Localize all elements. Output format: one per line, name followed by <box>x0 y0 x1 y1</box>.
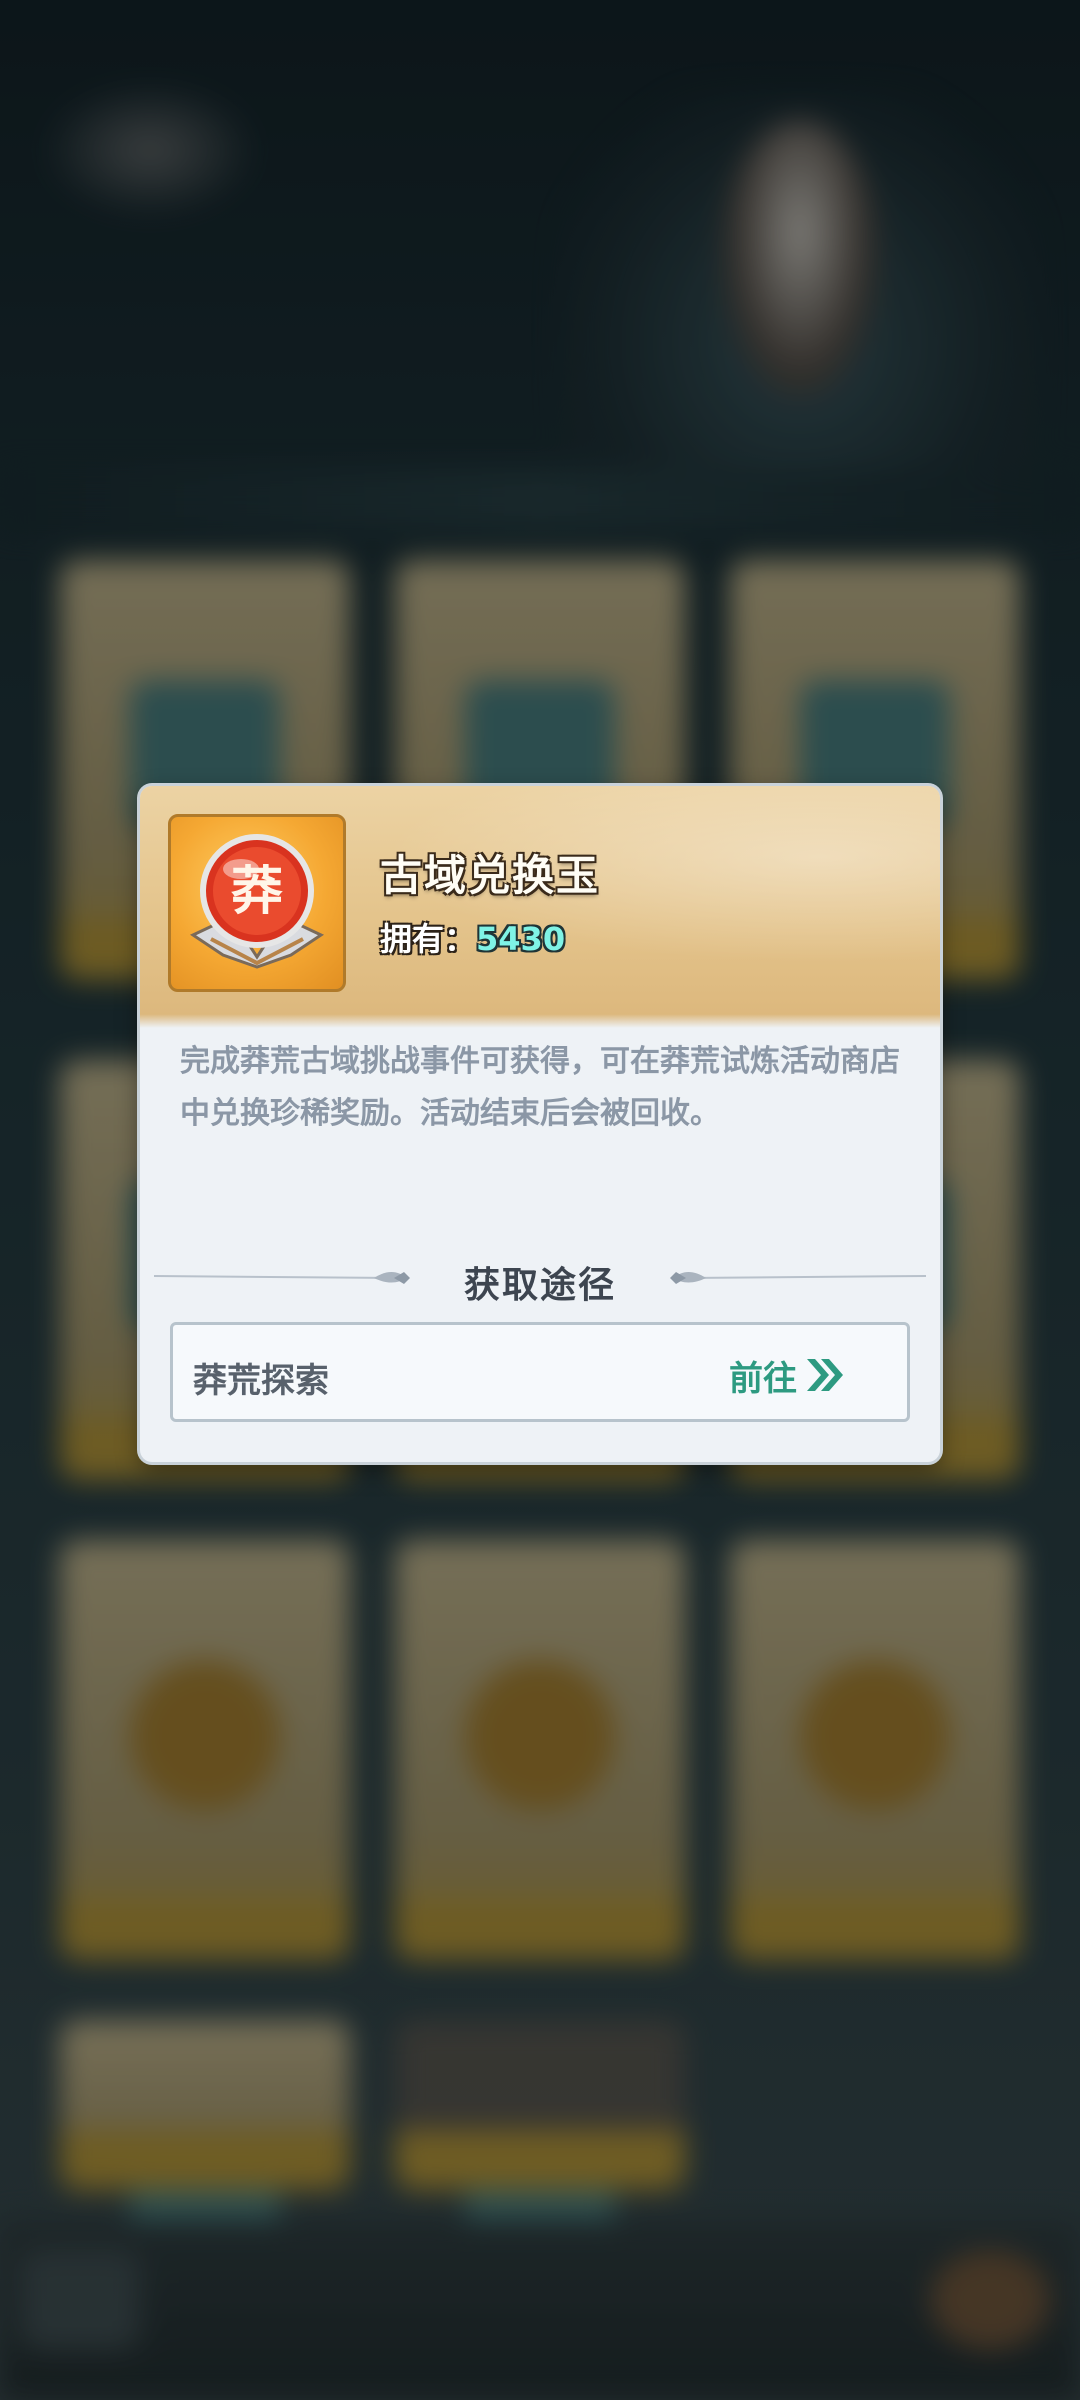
item-description: 完成莽荒古域挑战事件可获得，可在莽荒试炼活动商店中兑换珍稀奖励。活动结束后会被回… <box>180 1044 900 1131</box>
owned-label: 拥有： <box>380 920 477 958</box>
svg-text:莽: 莽 <box>231 862 283 922</box>
owned-count: 拥有：5430 <box>380 914 565 960</box>
owned-value: 5430 <box>476 920 566 958</box>
source-name: 莽荒探索 <box>193 1361 329 1401</box>
item-info-popup: 莽 古域兑换玉 拥有：5430 完成莽荒古域挑战事件可获得，可在莽荒试炼活动商店… <box>140 786 940 1462</box>
go-button[interactable]: 前往 <box>729 1347 847 1403</box>
popup-header: 莽 古域兑换玉 拥有：5430 <box>140 786 940 1028</box>
jade-orb-icon: 莽 <box>189 834 325 969</box>
go-label: 前往 <box>729 1358 797 1399</box>
item-name: 古域兑换玉 <box>380 851 601 900</box>
double-chevron-right-icon <box>807 1359 843 1391</box>
acquire-source-row[interactable]: 莽荒探索 前往 <box>170 1322 910 1422</box>
item-icon-frame: 莽 <box>168 814 346 992</box>
acquire-section-title: 获取途径 <box>463 1265 616 1306</box>
